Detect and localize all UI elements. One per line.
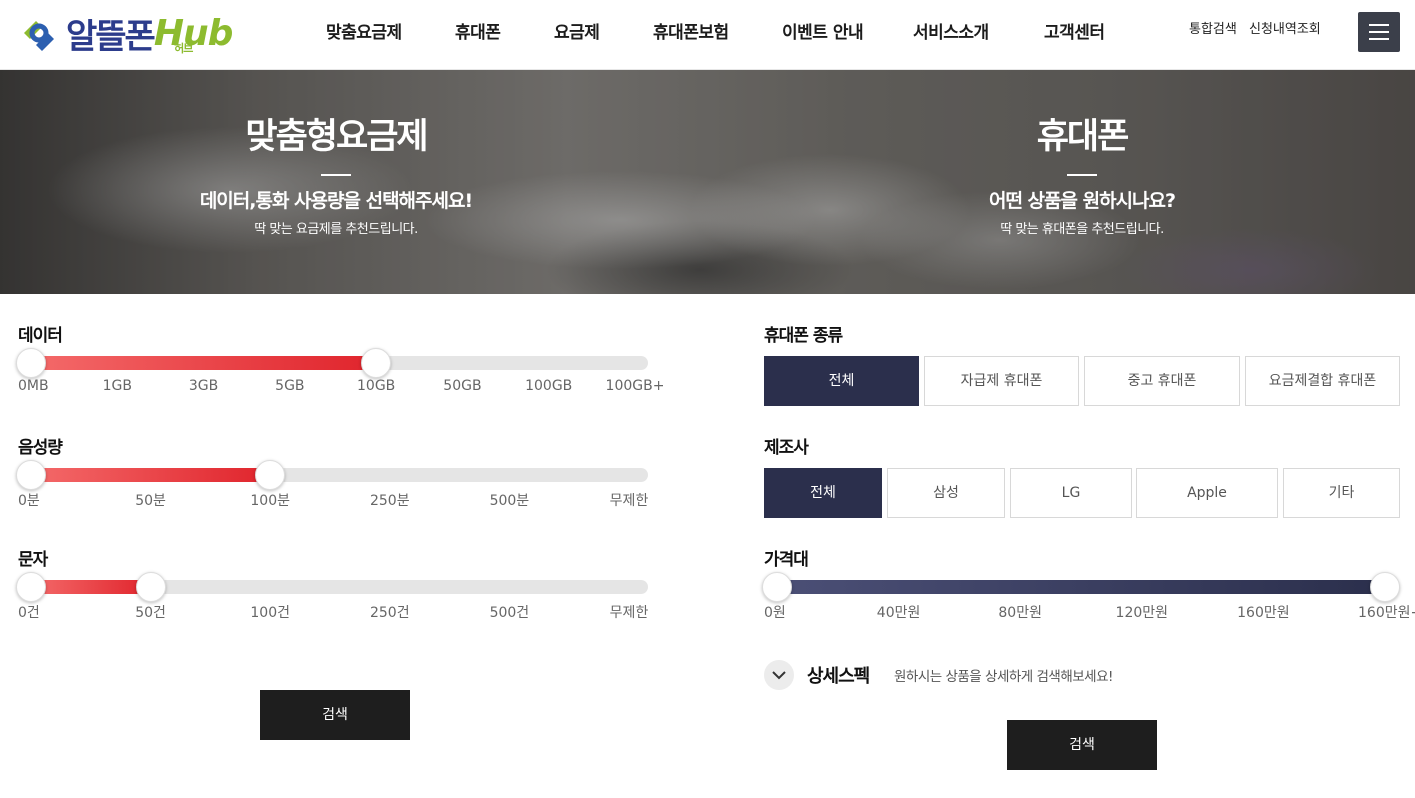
data-tick-label: 0MB (18, 378, 49, 394)
voice-tick-label: 500분 (489, 493, 530, 509)
sms-slider-fill (31, 580, 151, 594)
voice-tick-label: 250분 (369, 493, 410, 509)
hero-left-subtitle: 데이터,통화 사용량을 선택해주세요! (199, 190, 473, 212)
hamburger-icon-line (1369, 38, 1389, 40)
plan-search-button[interactable]: 검색 (260, 690, 410, 740)
price-tick-label: 120만원 (1115, 605, 1169, 621)
data-slider-track[interactable] (18, 356, 648, 370)
maker-other-button[interactable]: 기타 (1283, 468, 1400, 518)
phone-type-bundle-button[interactable]: 요금제결합 휴대폰 (1245, 356, 1400, 406)
phone-type-label: 휴대폰 종류 (764, 326, 843, 346)
price-tick-label: 160만원+ (1358, 605, 1415, 621)
phone-type-used-button[interactable]: 중고 휴대폰 (1084, 356, 1240, 406)
detail-spec-title[interactable]: 상세스펙 (807, 662, 870, 688)
util-search-link[interactable]: 통합검색 (1189, 18, 1237, 37)
hero-left-divider (321, 174, 351, 176)
maker-label: 제조사 (764, 438, 809, 458)
nav-plan[interactable]: 요금제 (554, 18, 600, 43)
hamburger-icon (1369, 24, 1389, 26)
price-tick-label: 160만원 (1237, 605, 1290, 621)
phone-search-button[interactable]: 검색 (1007, 720, 1157, 770)
nav-phone[interactable]: 휴대폰 (455, 18, 501, 43)
hamburger-menu-button[interactable] (1358, 12, 1400, 52)
hero-right-subtitle: 어떤 상품을 원하시나요? (988, 190, 1176, 212)
hero-left-desc: 딱 맞는 요금제를 추천드립니다. (254, 222, 418, 237)
price-slider-fill (777, 580, 1385, 594)
data-slider-fill (31, 356, 377, 370)
hamburger-icon-line (1369, 31, 1389, 33)
nav-support[interactable]: 고객센터 (1044, 18, 1105, 43)
nav-insurance[interactable]: 휴대폰보험 (653, 18, 729, 43)
price-tick-label: 40만원 (876, 605, 921, 621)
voice-label: 음성량 (18, 438, 63, 458)
sms-tick-label: 0건 (18, 605, 40, 621)
detail-spec-desc: 원하시는 상품을 상세하게 검색해보세요! (894, 669, 1113, 685)
maker-all-button[interactable]: 전체 (764, 468, 882, 518)
sms-label: 문자 (18, 550, 48, 570)
data-tick-label: 1GB (102, 378, 132, 394)
voice-slider-max-handle[interactable] (255, 460, 286, 490)
maker-apple-button[interactable]: Apple (1136, 468, 1278, 518)
voice-tick-label: 100분 (250, 493, 290, 509)
hero-right-title: 휴대폰 (1036, 117, 1130, 157)
sms-tick-label: 50건 (135, 605, 166, 621)
phone-type-all-button[interactable]: 전체 (764, 356, 919, 406)
sms-tick-label: 100건 (250, 605, 290, 621)
sms-tick-label: 500건 (489, 605, 530, 621)
detail-toggle-button[interactable] (764, 660, 794, 690)
data-tick-label: 5GB (275, 378, 305, 394)
price-label: 가격대 (764, 550, 809, 570)
sms-tick-label: 무제한 (609, 605, 649, 621)
voice-tick-label: 무제한 (609, 493, 649, 509)
maker-samsung-button[interactable]: 삼성 (887, 468, 1005, 518)
price-tick-label: 80만원 (998, 605, 1042, 621)
sms-slider-min-handle[interactable] (16, 572, 46, 602)
hero-right-divider (1067, 174, 1097, 176)
voice-slider-min-handle[interactable] (16, 460, 46, 490)
sms-slider-track[interactable] (18, 580, 648, 594)
sms-slider-max-handle[interactable] (135, 572, 166, 602)
voice-slider-fill (31, 468, 271, 482)
data-tick-label: 3GB (188, 378, 219, 394)
data-slider-min-handle[interactable] (16, 348, 46, 378)
hero-left-title: 맞춤형요금제 (245, 117, 428, 157)
site-header: 알뜰폰 Hub 허브 맞춤요금제 휴대폰 요금제 휴대폰보험 이벤트 안내 서비스… (0, 0, 1415, 70)
price-slider-max-handle[interactable] (1370, 572, 1400, 602)
chevron-down-icon (772, 671, 786, 680)
voice-tick-label: 50분 (135, 493, 166, 509)
data-slider-max-handle[interactable] (361, 348, 392, 378)
hero-banner: 맞춤형요금제 데이터,통화 사용량을 선택해주세요! 딱 맞는 요금제를 추천드… (0, 70, 1415, 294)
price-slider-track[interactable] (764, 580, 1400, 594)
util-history-link[interactable]: 신청내역조회 (1249, 18, 1321, 37)
hero-right: 휴대폰 어떤 상품을 원하시나요? 딱 맞는 휴대폰을 추천드립니다. (832, 70, 1332, 237)
hero-right-desc: 딱 맞는 휴대폰을 추천드립니다. (1000, 222, 1164, 237)
data-tick-label: 50GB (443, 378, 482, 394)
voice-tick-label: 0분 (18, 493, 40, 509)
nav-about[interactable]: 서비스소개 (913, 18, 989, 43)
maker-lg-button[interactable]: LG (1010, 468, 1132, 518)
data-tick-label: 100GB+ (605, 378, 665, 394)
hero-left: 맞춤형요금제 데이터,통화 사용량을 선택해주세요! 딱 맞는 요금제를 추천드… (86, 70, 586, 237)
sms-tick-label: 250건 (369, 605, 410, 621)
price-tick-label: 0원 (764, 605, 786, 621)
voice-slider-track[interactable] (18, 468, 648, 482)
data-tick-label: 10GB (357, 378, 396, 394)
nav-custom-plan[interactable]: 맞춤요금제 (326, 18, 402, 43)
data-tick-label: 100GB (525, 378, 573, 394)
price-slider-min-handle[interactable] (762, 572, 792, 602)
nav-event[interactable]: 이벤트 안내 (782, 18, 864, 43)
data-label: 데이터 (18, 326, 63, 346)
phone-type-unlocked-button[interactable]: 자급제 휴대폰 (924, 356, 1079, 406)
